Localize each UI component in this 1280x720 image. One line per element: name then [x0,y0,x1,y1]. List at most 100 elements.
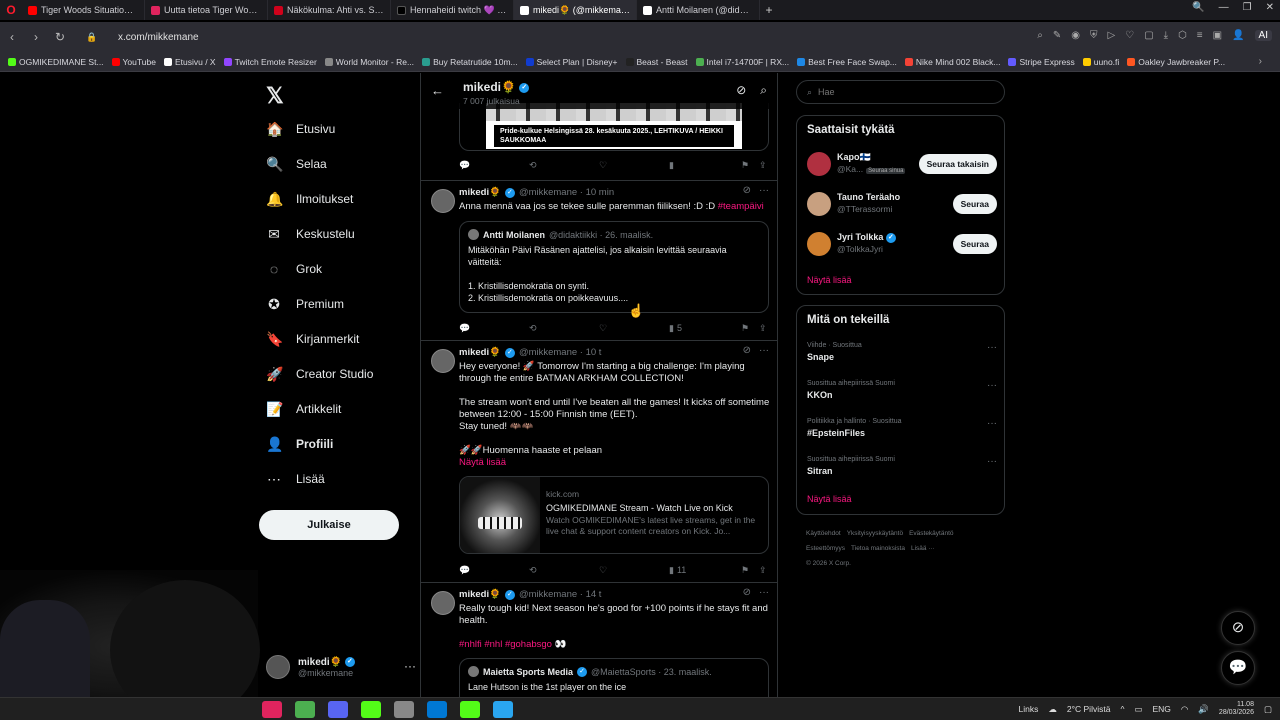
reload-icon[interactable]: ↻ [54,30,66,44]
avatar[interactable] [431,591,455,615]
search-input[interactable] [818,87,979,97]
reply-icon[interactable]: 💬 [459,160,470,171]
heart-icon[interactable]: ♡ [1125,30,1134,41]
browser-tab[interactable]: Uutta tietoa Tiger Woodsi [145,0,268,20]
trend-item[interactable]: Suosittua aihepiirissä Suomi Sitran ··· [807,456,997,486]
bookmark-item[interactable]: OGMIKEDIMANE St... [8,57,104,67]
wifi-icon[interactable]: ◠ [1181,704,1188,715]
nav-item-kirjanmerkit[interactable]: 🔖 Kirjanmerkit [266,329,359,349]
tweet[interactable]: mikedi🌻 ✓ @mikkemane · 10 min ⊘ ··· Anna … [421,180,777,340]
search-tabs-icon[interactable]: 🔍 [1192,2,1204,13]
download-icon[interactable]: ⤓ [1164,30,1168,41]
taskbar-app-icon[interactable] [295,701,315,718]
follow-button[interactable]: Seuraa [952,234,997,254]
more-icon[interactable]: ··· [987,456,997,467]
bookmark-item[interactable]: World Monitor - Re... [324,57,414,67]
retweet-icon[interactable]: ⟲ [529,160,537,171]
bookmark-icon[interactable]: ⚑ [741,565,749,576]
close-icon[interactable]: ✕ [1266,2,1274,13]
views-count[interactable]: ▮ 5 [669,323,682,334]
avatar[interactable] [807,232,831,256]
taskbar-app-icon[interactable] [394,701,414,718]
browser-tab[interactable]: Näkökulma: Ahti vs. Sann [268,0,391,20]
more-icon[interactable]: ··· [404,659,416,673]
grok-icon[interactable]: ⊘ [743,185,751,196]
menu-icon[interactable]: ≡ [1197,30,1203,41]
retweet-icon[interactable]: ⟲ [529,565,537,576]
avatar[interactable] [807,192,831,216]
trend-item[interactable]: Politiikka ja hallinto · Suosittua #Epste… [807,418,997,448]
weather-icon[interactable]: ☁ [1048,704,1057,715]
back-arrow-icon[interactable]: ← [431,83,444,98]
share-icon[interactable]: ⇪ [759,565,767,576]
user-icon[interactable]: 👤 [1232,30,1244,41]
bookmark-item[interactable]: Nike Mind 002 Black... [904,57,1000,67]
browser-tab[interactable]: Antti Moilanen (@didakti [637,0,760,20]
taskbar-app-icon[interactable] [328,701,348,718]
reply-icon[interactable]: 💬 [459,323,470,334]
bookmark-item[interactable]: Select Plan | Disney+ [525,57,618,67]
tweet[interactable]: mikedi🌻 ✓ @mikkemane · 14 t ⊘ ··· Really … [421,582,777,697]
browser-tab[interactable]: Hennaheidi twitch 💜 (@ [391,0,514,20]
avatar[interactable] [431,349,455,373]
avatar[interactable] [807,152,831,176]
bookmark-item[interactable]: Stripe Express [1008,57,1075,67]
footer-link[interactable]: Yksityisyyskäytäntö [847,530,903,537]
edit-icon[interactable]: ✎ [1053,30,1061,41]
weather-text[interactable]: 2°C Pilvistä [1067,704,1111,714]
hashtag-link[interactable]: #teampäivi [718,201,764,212]
account-name[interactable]: Tauno Teräaho [837,192,900,202]
chevron-up-icon[interactable]: ^ [1120,704,1124,714]
link-card[interactable]: kick.com OGMIKEDIMANE Stream - Watch Liv… [459,476,769,554]
new-tab-button[interactable]: + [760,3,778,17]
notifications-icon[interactable]: ▢ [1264,704,1272,715]
more-icon[interactable]: ··· [759,345,769,356]
links-toolbar[interactable]: Links [1019,704,1039,714]
quoted-tweet[interactable]: Maietta Sports Media ✓ @MaiettaSports · … [459,658,769,697]
taskbar-app-icon[interactable] [427,701,447,718]
bookmark-item[interactable]: Intel i7-14700F | RX... [695,57,789,67]
show-more-link[interactable]: Näytä lisää [459,457,771,469]
nav-item-lisää[interactable]: ⋯ Lisää [266,469,325,489]
more-icon[interactable]: ··· [987,342,997,353]
back-icon[interactable]: ‹ [6,30,18,44]
browser-tab-active[interactable]: mikedi🌻 (@mikkemane [514,0,637,20]
search-box[interactable]: ⌕ [796,80,1005,104]
show-more-link[interactable]: Näytä lisää [807,275,852,285]
bookmark-item[interactable]: Beast - Beast [625,57,688,67]
hashtag-links[interactable]: #nhlfi #nhl #gohabsgo 👀 [459,639,771,651]
play-icon[interactable]: ▷ [1108,30,1116,41]
tweet-author-name[interactable]: mikedi🌻 [459,589,501,600]
suggested-account[interactable]: Kapo🇫🇮 @Ka... Seuraa sinua Seuraa takaisin [807,150,997,178]
footer-link[interactable]: Evästekäytäntö [909,530,953,537]
follow-button[interactable]: Seuraa takaisin [918,154,997,174]
footer-link[interactable]: Käyttöehdot [806,530,841,537]
show-more-link[interactable]: Näytä lisää [807,494,852,504]
retweet-icon[interactable]: ⟲ [529,323,537,334]
grok-icon[interactable]: ⊘ [736,83,746,98]
bookmark-icon[interactable]: ⚑ [741,323,749,334]
like-icon[interactable]: ♡ [599,160,607,171]
maximize-icon[interactable]: ❐ [1243,2,1252,13]
account-name[interactable]: Jyri Tolkka ✓ [837,232,896,243]
bookmark-item[interactable]: Buy Retatrutide 10m... [422,57,518,67]
footer-link[interactable]: Lisää ··· [911,545,935,552]
forward-icon[interactable]: › [30,30,42,44]
search-icon[interactable]: ⌕ [1037,30,1043,41]
share-icon[interactable]: ⇪ [759,323,767,334]
language-indicator[interactable]: ENG [1152,704,1170,714]
more-icon[interactable]: ··· [759,587,769,598]
network-icon[interactable]: ▭ [1134,704,1142,715]
bookmark-item[interactable]: Etusivu / X [163,57,216,67]
trend-item[interactable]: Suosittua aihepiirissä Suomi KKOn ··· [807,380,997,410]
opera-logo-icon[interactable]: O [0,3,22,17]
tweet-photo[interactable]: Pride-kulkue Helsingissä 28. kesäkuuta 2… [459,103,769,151]
suggested-account[interactable]: Tauno Teräaho @TTerassormi Seuraa [807,190,997,218]
x-logo-icon[interactable]: 𝕏 [266,83,284,109]
nav-item-selaa[interactable]: 🔍 Selaa [266,154,327,174]
cube-icon[interactable]: ▢ [1144,30,1153,41]
nav-item-profiili[interactable]: 👤 Profiili [266,434,333,454]
bookmark-icon[interactable]: ⚑ [741,160,749,171]
grok-icon[interactable]: ⊘ [743,345,751,356]
follow-button[interactable]: Seuraa [952,194,997,214]
